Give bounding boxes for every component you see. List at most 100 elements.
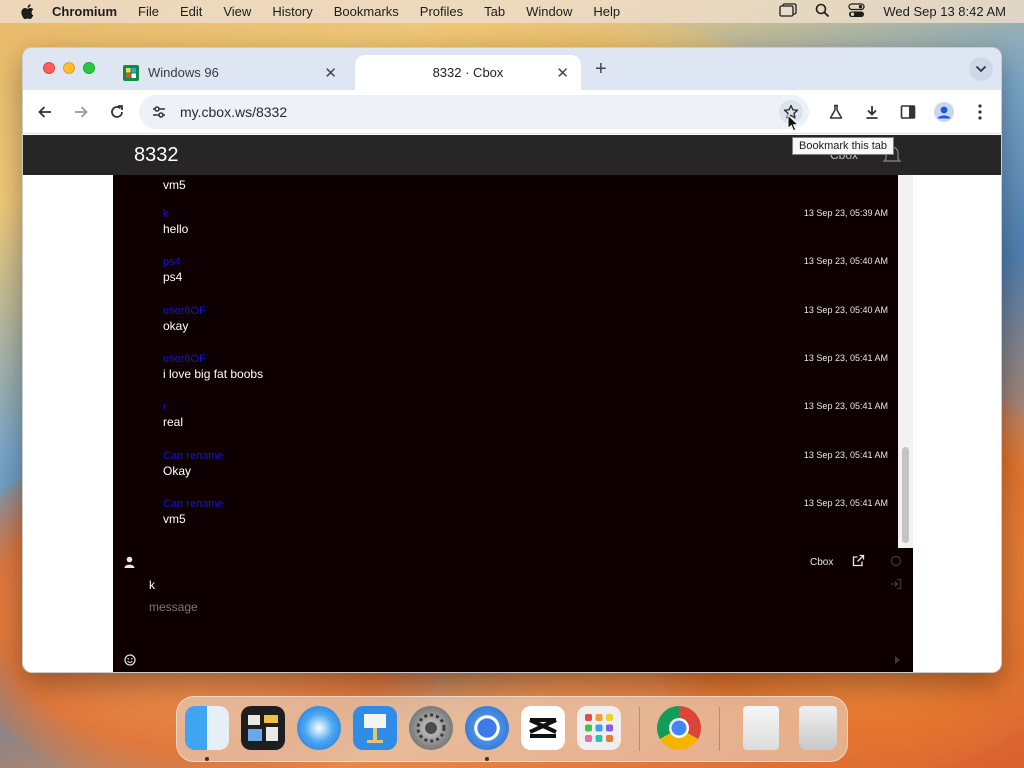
sign-in-icon[interactable] [890,577,902,595]
message-user[interactable]: Can rename [163,498,224,510]
capcut-icon[interactable] [521,706,565,750]
launchpad-icon[interactable] [577,706,621,750]
site-settings-icon[interactable] [151,104,167,125]
status-ring-icon [891,556,901,566]
send-arrow-icon[interactable] [895,656,900,664]
menu-history[interactable]: History [272,4,312,19]
browser-menu-button[interactable] [968,100,992,124]
message-user[interactable]: k [163,208,169,220]
menu-help[interactable]: Help [593,4,620,19]
finder-icon[interactable] [185,706,229,750]
new-tab-button[interactable]: + [595,58,607,81]
profile-button[interactable] [932,100,956,124]
menu-profiles[interactable]: Profiles [420,4,463,19]
keynote-icon[interactable] [353,706,397,750]
back-button[interactable] [33,100,57,124]
name-field[interactable]: k [149,578,155,592]
system-settings-icon[interactable] [409,706,453,750]
message-text: ps4 [163,270,183,284]
address-url[interactable]: my.cbox.ws/8332 [180,104,287,120]
message-text: i love big fat boobs [163,367,264,381]
menu-file[interactable]: File [138,4,159,19]
tab-strip: Windows 96 ✕ 8332 · Cbox ✕ + [23,48,1001,90]
download-icon [866,106,878,119]
message-user[interactable]: ps4 [163,256,181,268]
message-user[interactable]: Can rename [163,450,224,462]
close-tab-icon[interactable]: ✕ [324,64,337,82]
user-icon[interactable] [124,555,135,573]
page-title: 8332 [134,144,179,166]
mission-control-icon[interactable] [241,706,285,750]
message-time: 13 Sep 23, 05:41 AM [803,450,888,460]
tab-search-button[interactable] [969,57,993,81]
forward-arrow-icon [75,106,88,118]
documents-folder-icon[interactable] [743,706,779,750]
profile-avatar-icon [934,102,954,122]
menu-bookmarks[interactable]: Bookmarks [334,4,399,19]
windows-96-favicon-icon [123,64,139,81]
dock [176,696,848,762]
chrome-icon[interactable] [657,706,701,750]
message-user[interactable]: user8OF [163,353,206,365]
close-window-button[interactable] [43,62,55,74]
trash-icon[interactable] [799,706,837,750]
downloads-button[interactable] [860,100,884,124]
browser-toolbar: my.cbox.ws/8332 [23,90,1001,134]
message-text: okay [163,319,189,333]
message-time: 13 Sep 23, 05:41 AM [803,353,888,363]
flask-icon [829,104,843,119]
menu-edit[interactable]: Edit [180,4,202,19]
traffic-lights [43,62,95,74]
web-page: 8332 Cbox Bookmark this tab vm5 k 13 Sep… [23,135,1001,672]
apple-icon[interactable] [18,3,36,21]
menu-window[interactable]: Window [526,4,572,19]
message-text: vm5 [163,512,186,526]
scrollbar-thumb[interactable] [902,447,909,543]
menu-clock[interactable]: Wed Sep 13 8:42 AM [883,4,1006,19]
emoji-icon[interactable] [124,653,136,671]
safari-icon[interactable] [297,706,341,750]
message-time: 13 Sep 23, 05:41 AM [803,498,888,508]
message-text: hello [163,222,189,236]
mouse-cursor-icon [787,113,800,137]
side-panel-button[interactable] [896,100,920,124]
reload-button[interactable] [105,100,129,124]
message-time: 13 Sep 23, 05:40 AM [803,256,888,266]
list-item: user8OF 13 Sep 23, 05:40 AM okay [163,305,888,345]
address-bar[interactable]: my.cbox.ws/8332 [139,95,809,129]
message-list[interactable]: vm5 k 13 Sep 23, 05:39 AM hello ps4 13 S… [113,175,898,548]
forward-button[interactable] [69,100,93,124]
message-user[interactable]: user8OF [163,305,206,317]
list-item: k 13 Sep 23, 05:39 AM hello [163,208,888,248]
message-user[interactable]: r [163,401,167,413]
list-item: r 13 Sep 23, 05:41 AM real [163,401,888,441]
tab-cbox-active[interactable]: 8332 · Cbox ✕ [355,55,581,90]
menu-tab[interactable]: Tab [484,4,505,19]
menu-bar: Chromium File Edit View History Bookmark… [0,0,1024,23]
list-item: ps4 13 Sep 23, 05:40 AM ps4 [163,256,888,296]
tab-windows-96[interactable]: Windows 96 ✕ [113,55,349,90]
minimize-window-button[interactable] [63,62,75,74]
menu-view[interactable]: View [223,4,251,19]
menu-app-chromium[interactable]: Chromium [52,4,117,19]
message-input[interactable]: message [149,600,198,614]
chat-box: vm5 k 13 Sep 23, 05:39 AM hello ps4 13 S… [113,175,913,672]
cbox-brand-link[interactable]: Cbox [810,557,833,568]
back-arrow-icon [38,106,51,118]
running-indicator [485,757,489,761]
search-icon[interactable] [815,3,830,21]
chromium-icon[interactable] [465,706,509,750]
control-center-icon[interactable] [848,2,866,21]
message-time: 13 Sep 23, 05:41 AM [803,401,888,411]
browser-window: Windows 96 ✕ 8332 · Cbox ✕ + my.cbox.ws/… [22,47,1002,673]
external-link-icon[interactable] [852,554,865,572]
close-tab-icon[interactable]: ✕ [556,64,569,82]
zoom-window-button[interactable] [83,62,95,74]
message-text: real [163,415,184,429]
stage-manager-icon[interactable] [779,3,798,20]
labs-button[interactable] [824,100,848,124]
tab-title: Windows 96 [148,65,219,80]
chat-scrollbar[interactable] [898,175,913,548]
chevron-down-icon [975,65,987,73]
more-vert-icon [978,104,982,120]
